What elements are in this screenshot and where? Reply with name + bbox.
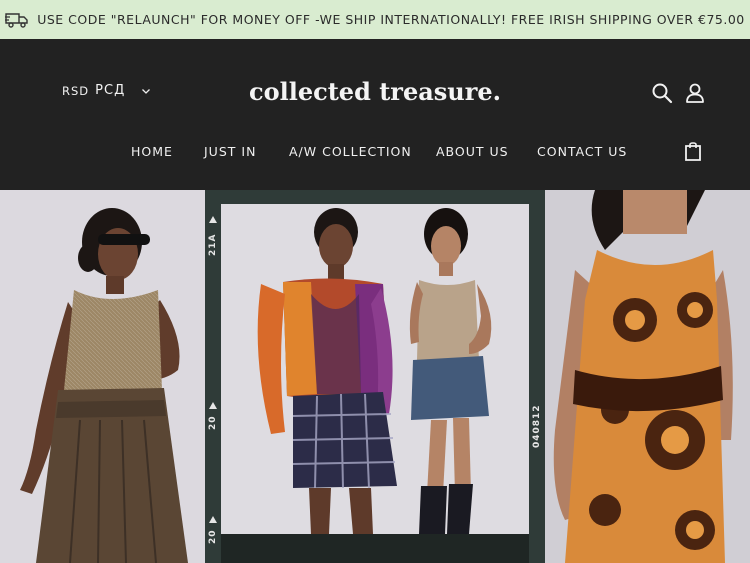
film-strip-edge xyxy=(221,534,529,563)
film-marker xyxy=(209,402,217,409)
announcement-bar: USE CODE "RELAUNCH" FOR MONEY OFF -WE SH… xyxy=(0,0,750,39)
nav-item-aw-collection[interactable]: A/W COLLECTION xyxy=(289,144,412,159)
film-label: 21A xyxy=(208,233,218,257)
film-marker xyxy=(209,216,217,223)
search-icon[interactable] xyxy=(651,82,673,104)
hero-photo-right xyxy=(545,190,750,563)
film-label: 20 xyxy=(208,529,218,544)
nav-item-home[interactable]: HOME xyxy=(131,144,173,159)
account-icon[interactable] xyxy=(684,82,706,104)
site-header: RSD РСД collected treasure. HOME JUST IN… xyxy=(0,39,750,190)
announcement-text: USE CODE "RELAUNCH" FOR MONEY OFF -WE SH… xyxy=(37,12,745,27)
cart-icon[interactable] xyxy=(682,140,704,162)
site-logo[interactable]: collected treasure. xyxy=(0,77,750,106)
truck-icon xyxy=(5,12,28,28)
main-nav: HOME JUST IN A/W COLLECTION ABOUT US CON… xyxy=(0,144,750,164)
hero-photo-left xyxy=(0,190,205,563)
hero-photo-center xyxy=(221,204,529,534)
hero-banner[interactable]: 21A 20 20 040812 xyxy=(0,190,750,563)
nav-item-contact-us[interactable]: CONTACT US xyxy=(537,144,627,159)
film-marker xyxy=(209,516,217,523)
film-label: 20 xyxy=(208,415,218,430)
nav-item-just-in[interactable]: JUST IN xyxy=(204,144,256,159)
film-label: 040812 xyxy=(532,404,542,448)
nav-item-about-us[interactable]: ABOUT US xyxy=(436,144,509,159)
